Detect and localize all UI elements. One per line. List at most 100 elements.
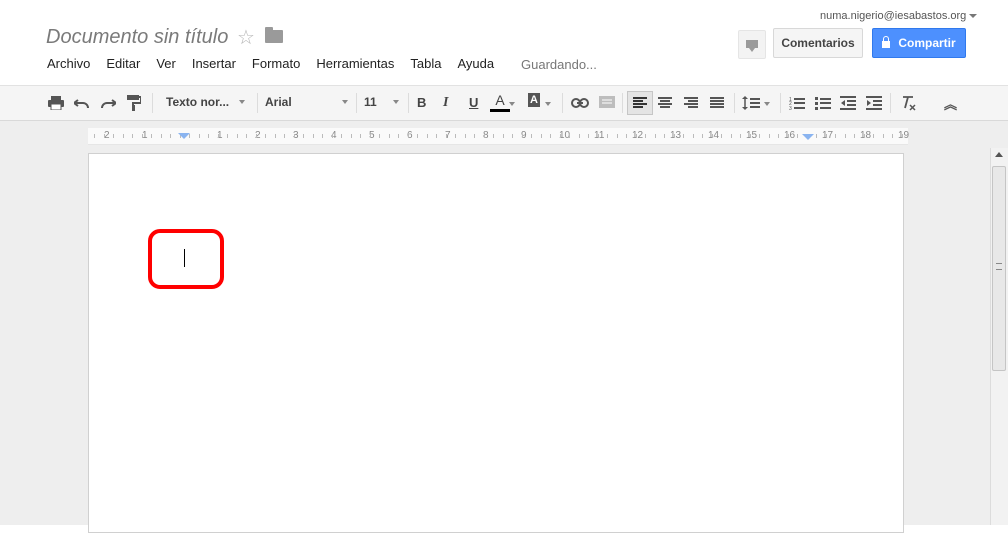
ruler-tick <box>835 134 836 138</box>
paint-format-icon[interactable] <box>127 95 141 111</box>
ruler-tick <box>256 134 257 138</box>
ruler-tick <box>826 134 827 138</box>
ruler-tick <box>617 134 618 138</box>
ruler-label: 19 <box>898 130 910 141</box>
toolbar-separator <box>356 93 357 113</box>
line-spacing-icon[interactable] <box>742 95 760 111</box>
print-icon[interactable] <box>48 96 64 110</box>
ruler-tick <box>645 134 646 138</box>
font-select[interactable]: Arial <box>265 95 348 109</box>
user-email[interactable]: numa.nigerio@iesabastos.org <box>820 10 966 22</box>
toolbar-separator <box>257 93 258 113</box>
ruler-tick <box>531 134 532 138</box>
ruler-tick <box>712 134 713 138</box>
ruler-tick <box>503 134 504 138</box>
ruler-tick <box>873 134 874 138</box>
ruler[interactable]: 2 1 1 2 3 4 5 6 7 8 9 10 11 12 13 14 15 … <box>88 128 910 145</box>
numbered-list-icon[interactable]: 1 2 3 <box>789 96 805 110</box>
ruler-tick <box>227 134 228 138</box>
increase-indent-icon[interactable] <box>866 96 882 110</box>
align-left-button[interactable] <box>627 91 653 115</box>
ruler-tick <box>655 134 656 138</box>
ruler-tick <box>436 134 437 138</box>
align-right-icon[interactable] <box>684 97 698 109</box>
document-page[interactable] <box>88 153 904 533</box>
star-icon[interactable]: ☆ <box>237 25 255 50</box>
ruler-tick <box>636 134 637 138</box>
ruler-tick <box>864 134 865 138</box>
italic-button[interactable]: I <box>443 95 448 111</box>
ruler-tick <box>151 134 152 138</box>
ruler-tick <box>740 134 741 138</box>
justify-icon[interactable] <box>710 97 724 109</box>
clear-formatting-icon[interactable] <box>901 95 917 111</box>
menu-herramientas[interactable]: Herramientas <box>316 56 394 71</box>
ruler-tick <box>161 134 162 138</box>
bulleted-list-icon[interactable] <box>815 96 831 110</box>
ruler-tick <box>693 134 694 138</box>
scroll-up-arrow-icon[interactable] <box>995 152 1003 157</box>
cursor-highlight-outline <box>148 229 224 289</box>
collapse-toolbar-button[interactable]: ︽ <box>944 94 957 113</box>
toolbar-separator <box>622 93 623 113</box>
ruler-tick <box>208 134 209 138</box>
ruler-tick <box>360 134 361 138</box>
link-icon[interactable] <box>571 98 589 108</box>
insert-comment-icon[interactable] <box>599 96 615 110</box>
left-indent-marker[interactable] <box>178 133 190 139</box>
align-center-icon[interactable] <box>658 97 672 109</box>
lock-icon <box>882 35 891 48</box>
style-select[interactable]: Texto nor... <box>166 95 246 109</box>
toolbar-separator <box>152 93 153 113</box>
highlight-color-button[interactable]: A <box>528 93 540 107</box>
ruler-tick <box>389 134 390 138</box>
ruler-tick <box>142 134 143 138</box>
text-color-button[interactable]: A <box>490 93 510 112</box>
redo-icon[interactable] <box>100 96 116 110</box>
toolbar-separator <box>408 93 409 113</box>
chat-button[interactable] <box>738 30 766 59</box>
menu-formato[interactable]: Formato <box>252 56 300 71</box>
style-select-value: Texto nor... <box>166 95 230 109</box>
menu-editar[interactable]: Editar <box>106 56 140 71</box>
ruler-label: 15 <box>746 130 758 141</box>
bold-button[interactable]: B <box>417 95 426 110</box>
menu-bar: Archivo Editar Ver Insertar Formato Herr… <box>47 56 510 71</box>
font-size-select[interactable]: 11 <box>364 95 399 109</box>
share-button[interactable]: Compartir <box>872 28 966 58</box>
comments-button[interactable]: Comentarios <box>773 28 863 58</box>
chevron-down-icon[interactable] <box>764 102 770 106</box>
scrollbar-grip-icon <box>996 263 1002 270</box>
ruler-tick <box>512 134 513 138</box>
menu-ayuda[interactable]: Ayuda <box>457 56 494 71</box>
ruler-tick <box>892 134 893 138</box>
toolbar-separator <box>562 93 563 113</box>
ruler-label: 17 <box>822 130 834 141</box>
menu-tabla[interactable]: Tabla <box>410 56 441 71</box>
ruler-tick <box>322 134 323 138</box>
decrease-indent-icon[interactable] <box>840 96 856 110</box>
ruler-tick <box>104 134 105 138</box>
ruler-tick <box>303 134 304 138</box>
chevron-down-icon[interactable] <box>509 102 515 106</box>
ruler-tick <box>408 134 409 138</box>
chevron-down-icon <box>341 100 348 104</box>
menu-insertar[interactable]: Insertar <box>192 56 236 71</box>
chevron-down-icon[interactable] <box>545 102 551 106</box>
ruler-tick <box>246 134 247 138</box>
menu-archivo[interactable]: Archivo <box>47 56 90 71</box>
underline-button[interactable]: U <box>469 95 478 110</box>
menu-ver[interactable]: Ver <box>156 56 176 71</box>
ruler-tick <box>379 134 380 138</box>
folder-icon[interactable] <box>265 27 283 43</box>
ruler-tick <box>664 134 665 138</box>
ruler-tick <box>588 134 589 138</box>
right-indent-marker[interactable] <box>802 134 814 140</box>
ruler-tick <box>284 134 285 138</box>
toolbar-separator <box>890 93 891 113</box>
ruler-tick <box>598 134 599 138</box>
undo-icon[interactable] <box>74 96 90 110</box>
account-dropdown-icon[interactable] <box>969 14 977 18</box>
font-size-value: 11 <box>364 95 377 109</box>
document-title[interactable]: Documento sin título <box>46 26 228 49</box>
